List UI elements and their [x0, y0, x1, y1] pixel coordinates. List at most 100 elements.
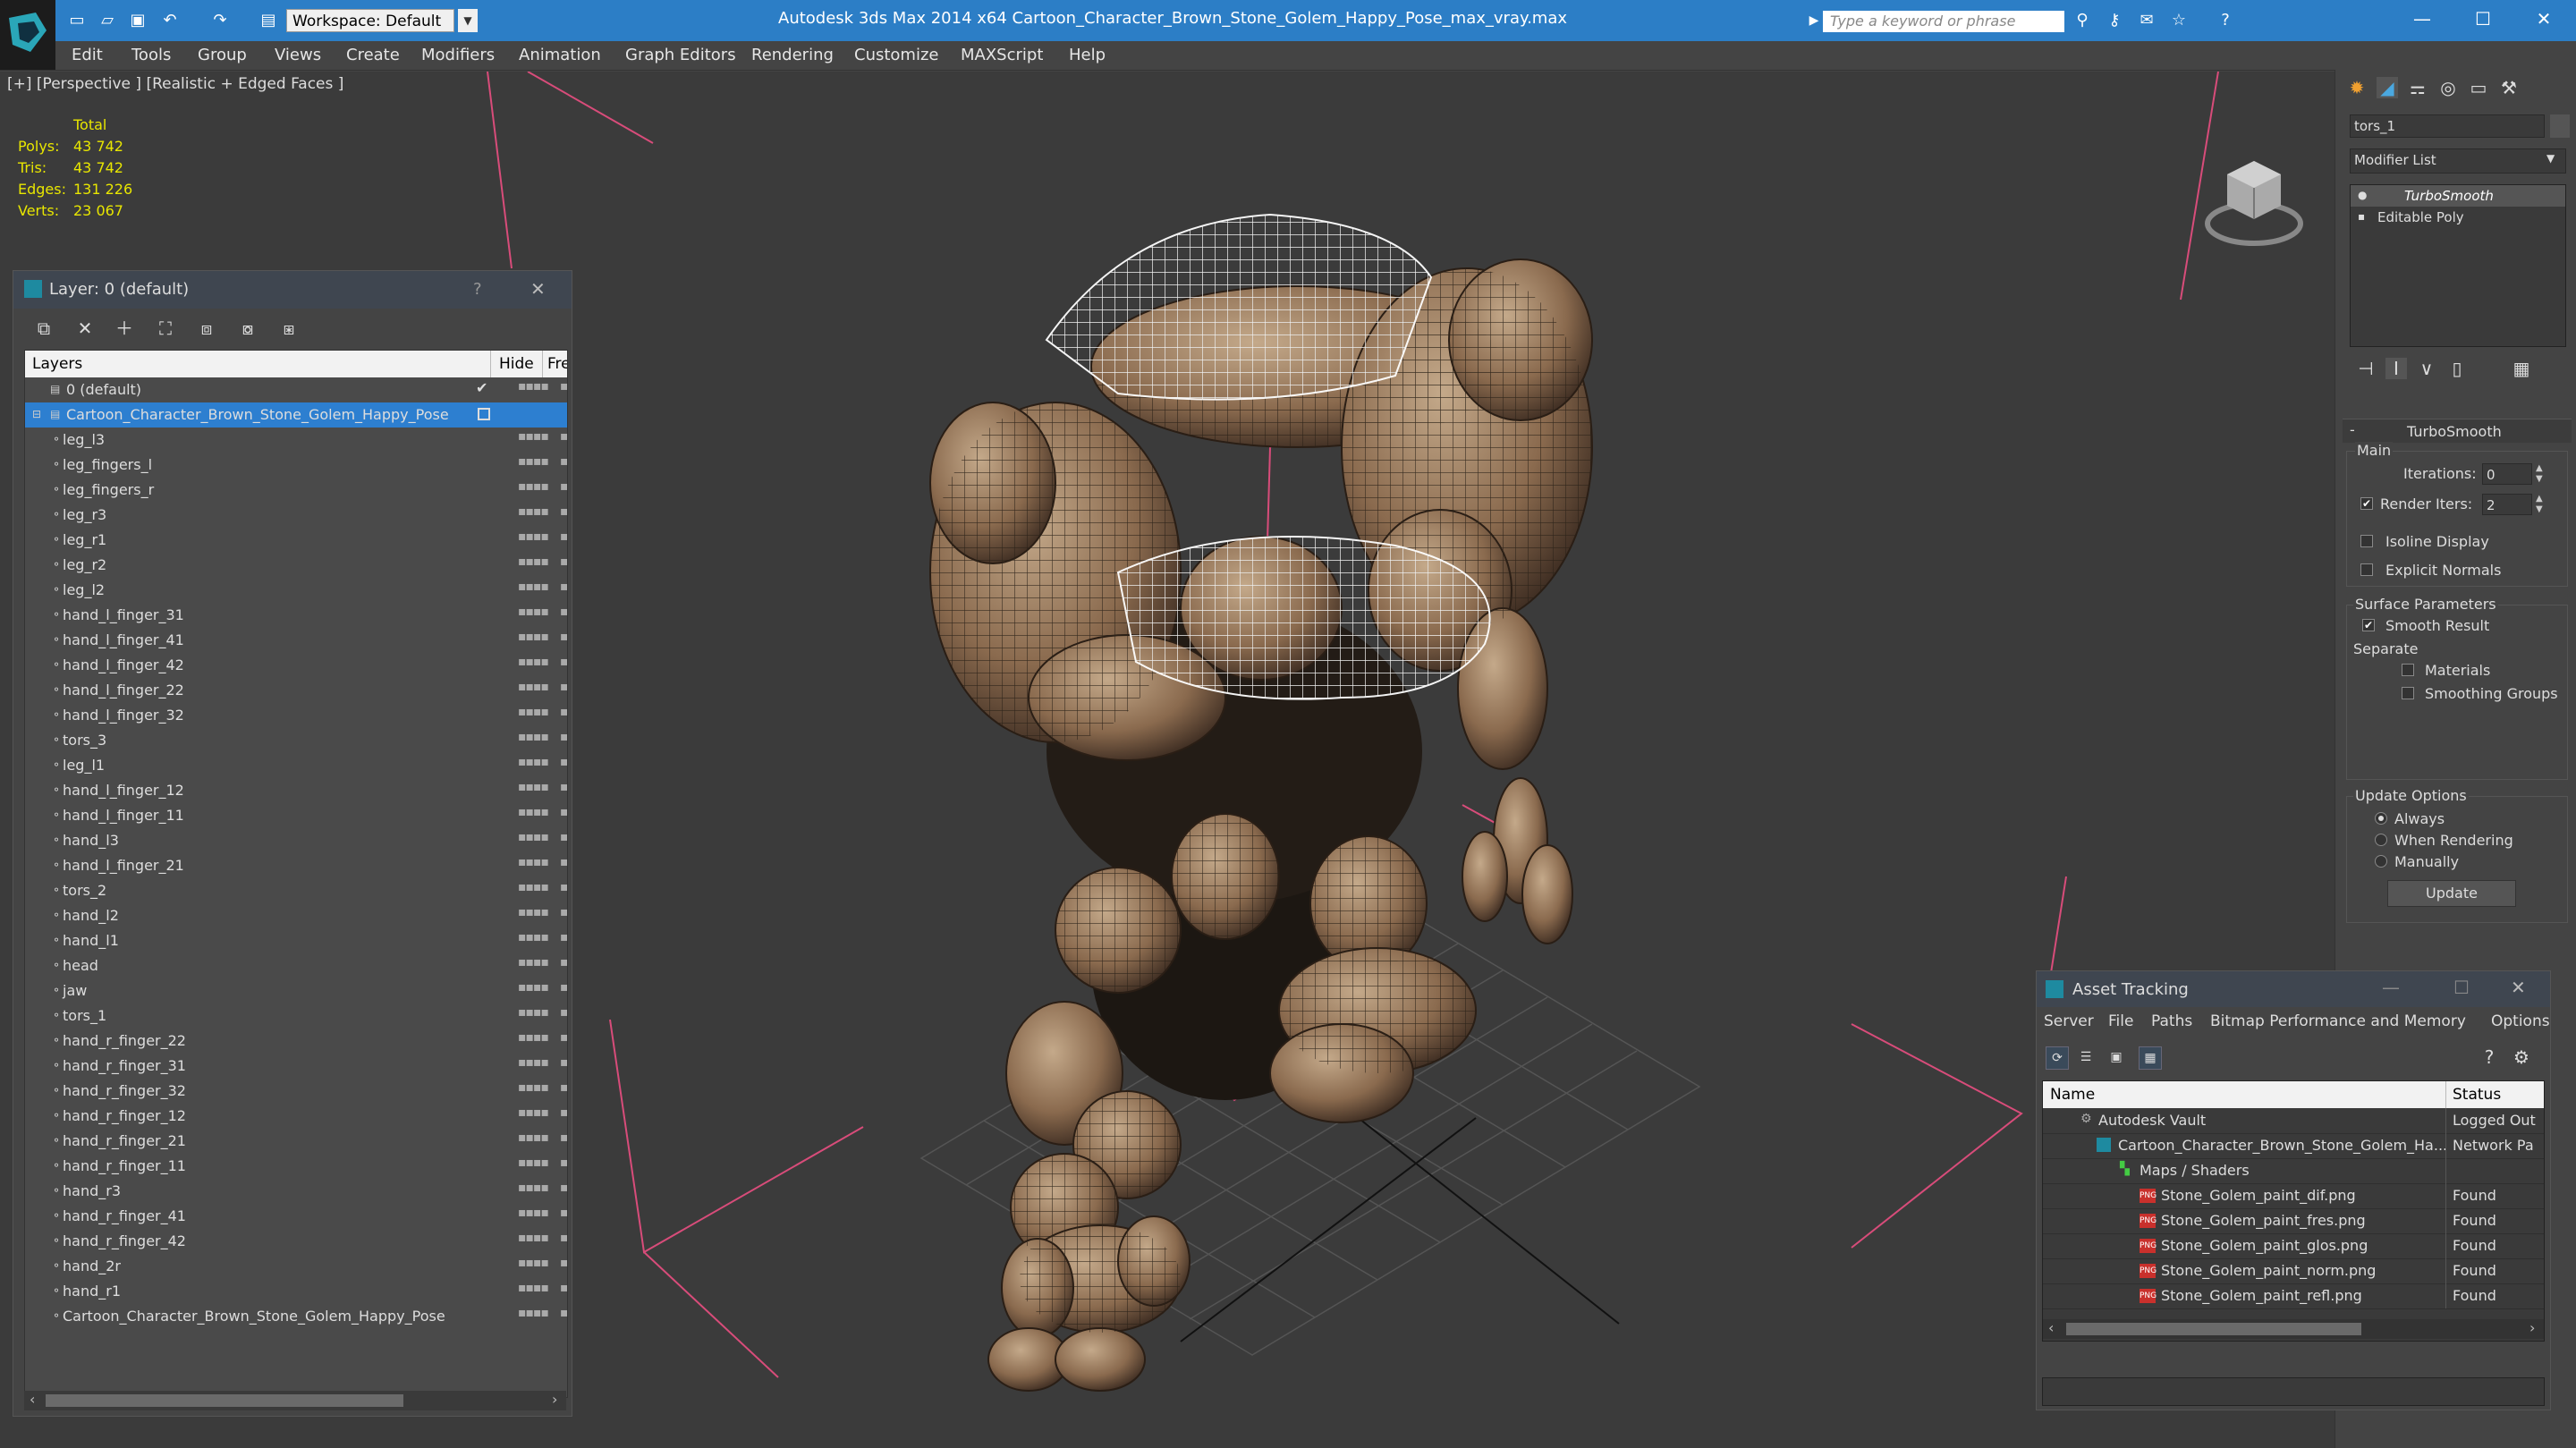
hide-toggle[interactable]: ▪▪▪▪ — [518, 630, 549, 644]
layer-object-row[interactable]: ⚬ hand_l_finger_32 ▪▪▪▪ ▪ — [25, 703, 567, 728]
workspace-dropdown[interactable]: Workspace: Default — [286, 9, 454, 32]
scroll-thumb[interactable] — [2066, 1323, 2361, 1335]
hide-toggle[interactable]: ▪▪▪▪ — [518, 605, 549, 619]
hide-toggle[interactable]: ▪▪▪▪ — [518, 1130, 549, 1145]
open-file-icon[interactable]: ▱ — [98, 12, 116, 30]
list-view-icon[interactable]: ☰ — [2074, 1046, 2097, 1070]
menu-rendering[interactable]: Rendering — [751, 46, 834, 64]
freeze-toggle[interactable]: ▪ — [560, 379, 567, 394]
render-iters-spinner[interactable]: 2 — [2482, 494, 2532, 515]
hide-toggle[interactable]: ▪▪▪▪ — [518, 955, 549, 970]
spinner-arrows-icon[interactable]: ▲ ▼ — [2536, 494, 2543, 515]
maximize-button[interactable]: ☐ — [2453, 977, 2470, 998]
hide-toggle[interactable]: ▪▪▪▪ — [518, 1206, 549, 1220]
asset-row[interactable]: PNG Stone_Golem_paint_refl.png Found — [2043, 1283, 2544, 1309]
modifier-list-dropdown[interactable]: Modifier List — [2350, 148, 2566, 174]
layer-object-row[interactable]: ⚬ hand_l_finger_21 ▪▪▪▪ ▪ — [25, 853, 567, 878]
show-end-result-icon[interactable]: Ι — [2385, 358, 2407, 379]
delete-icon[interactable]: ✕ — [74, 318, 96, 339]
layer-object-row[interactable]: ⚬ hand_l_finger_42 ▪▪▪▪ ▪ — [25, 653, 567, 678]
freeze-toggle[interactable]: ▪ — [560, 1030, 567, 1045]
freeze-toggle[interactable]: ▪ — [560, 905, 567, 919]
undo-icon[interactable]: ↶ — [161, 12, 179, 30]
menu-views[interactable]: Views — [275, 46, 321, 64]
freeze-toggle[interactable]: ▪ — [560, 580, 567, 594]
minimize-button[interactable]: — — [2395, 5, 2449, 32]
layer-object-row[interactable]: ⚬ tors_1 ▪▪▪▪ ▪ — [25, 1003, 567, 1029]
horizontal-scrollbar[interactable]: ‹ › — [24, 1391, 566, 1410]
hide-all-layers-icon[interactable]: ⧆ — [278, 318, 300, 339]
menu-file[interactable]: File — [2108, 1012, 2133, 1030]
menu-modifiers[interactable]: Modifiers — [421, 46, 495, 64]
spinner-arrows-icon[interactable]: ▲ ▼ — [2536, 463, 2543, 485]
layer-object-row[interactable]: ⚬ leg_fingers_r ▪▪▪▪ ▪ — [25, 478, 567, 503]
make-unique-icon[interactable]: ∨ — [2416, 358, 2437, 379]
chevron-right-icon[interactable]: › — [552, 1391, 557, 1408]
menu-edit[interactable]: Edit — [72, 46, 103, 64]
maximize-button[interactable]: ☐ — [2456, 5, 2510, 32]
modify-tab-icon[interactable]: ◢ — [2377, 77, 2398, 98]
always-radio[interactable] — [2375, 812, 2387, 825]
asset-row[interactable]: ⚙ Autodesk Vault Logged Out — [2043, 1108, 2544, 1134]
layer-create-icon[interactable]: ⧉ — [33, 318, 55, 339]
freeze-toggle[interactable]: ▪ — [560, 605, 567, 619]
search-input[interactable]: Type a keyword or phrase — [1823, 11, 2064, 32]
layer-object-row[interactable]: ⚬ head ▪▪▪▪ ▪ — [25, 953, 567, 978]
layer-object-row[interactable]: ⚬ hand_r_finger_32 ▪▪▪▪ ▪ — [25, 1079, 567, 1104]
layer-object-row[interactable]: ⚬ hand_l_finger_31 ▪▪▪▪ ▪ — [25, 603, 567, 628]
layer-object-row[interactable]: ⚬ hand_r_finger_41 ▪▪▪▪ ▪ — [25, 1204, 567, 1229]
layer-object-row[interactable]: ⚬ leg_r3 ▪▪▪▪ ▪ — [25, 503, 567, 528]
close-button[interactable]: ✕ — [2517, 5, 2571, 32]
thumbnail-view-icon[interactable]: ▣ — [2105, 1046, 2128, 1070]
freeze-toggle[interactable]: ▪ — [560, 980, 567, 995]
chevron-left-icon[interactable]: ‹ — [2048, 1319, 2054, 1336]
hide-toggle[interactable]: ▪▪▪▪ — [518, 905, 549, 919]
menu-server[interactable]: Server — [2044, 1012, 2094, 1030]
menu-graph-editors[interactable]: Graph Editors — [625, 46, 736, 64]
layer-object-row[interactable]: ⚬ leg_l3 ▪▪▪▪ ▪ — [25, 428, 567, 453]
menu-maxscript[interactable]: MAXScript — [961, 46, 1043, 64]
hide-toggle[interactable]: ▪▪▪▪ — [518, 1105, 549, 1120]
asset-row[interactable]: PNG Stone_Golem_paint_dif.png Found — [2043, 1183, 2544, 1209]
hide-toggle[interactable]: ▪▪▪▪ — [518, 1055, 549, 1070]
freeze-toggle[interactable]: ▪ — [560, 880, 567, 894]
close-icon[interactable]: ✕ — [530, 278, 546, 300]
rollout-header[interactable]: - TurboSmooth — [2343, 419, 2572, 443]
chevron-right-icon[interactable]: › — [2529, 1319, 2535, 1336]
hide-toggle[interactable]: ▪▪▪▪ — [518, 930, 549, 944]
hierarchy-tab-icon[interactable]: ⚎ — [2407, 77, 2428, 98]
layer-panel-titlebar[interactable]: Layer: 0 (default) ? ✕ — [13, 271, 572, 309]
chevron-down-icon[interactable]: ▼ — [2546, 152, 2555, 165]
close-button[interactable]: ✕ — [2511, 977, 2526, 998]
hide-toggle[interactable]: ▪▪▪▪ — [518, 1181, 549, 1195]
freeze-toggle[interactable]: ▪ — [560, 1130, 567, 1145]
freeze-toggle[interactable]: ▪ — [560, 1281, 567, 1295]
layer-object-row[interactable]: ⚬ hand_l_finger_22 ▪▪▪▪ ▪ — [25, 678, 567, 703]
layer-object-row[interactable]: ⚬ leg_fingers_l ▪▪▪▪ ▪ — [25, 453, 567, 478]
freeze-toggle[interactable]: ▪ — [560, 1080, 567, 1095]
column-status[interactable]: Status — [2453, 1086, 2501, 1104]
configure-sets-icon[interactable]: ▦ — [2511, 358, 2532, 379]
menu-animation[interactable]: Animation — [519, 46, 601, 64]
hide-toggle[interactable]: ▪▪▪▪ — [518, 1281, 549, 1295]
materials-checkbox[interactable] — [2402, 664, 2414, 676]
menu-group[interactable]: Group — [198, 46, 247, 64]
layer-object-row[interactable]: ⚬ hand_r_finger_22 ▪▪▪▪ ▪ — [25, 1029, 567, 1054]
help-icon[interactable]: ? — [473, 280, 482, 299]
layer-object-row[interactable]: ⚬ hand_2r ▪▪▪▪ ▪ — [25, 1254, 567, 1279]
column-hide[interactable]: Hide — [499, 355, 534, 373]
update-button[interactable]: Update — [2387, 880, 2516, 907]
asset-tracking-titlebar[interactable]: Asset Tracking — ☐ ✕ — [2037, 971, 2550, 1007]
scroll-thumb[interactable] — [46, 1394, 403, 1407]
select-objects-icon[interactable]: ⛶ — [155, 318, 176, 339]
star-icon[interactable]: ☆ — [2170, 12, 2188, 30]
freeze-toggle[interactable]: ▪ — [560, 630, 567, 644]
menu-create[interactable]: Create — [346, 46, 400, 64]
freeze-toggle[interactable]: ▪ — [560, 479, 567, 494]
explicit-normals-checkbox[interactable] — [2360, 563, 2373, 576]
pin-stack-icon[interactable]: ⊣ — [2355, 358, 2377, 379]
layer-object-row[interactable]: ⚬ Cartoon_Character_Brown_Stone_Golem_Hap… — [25, 1304, 567, 1329]
create-tab-icon[interactable]: ✹ — [2346, 77, 2368, 98]
when-rendering-radio[interactable] — [2375, 834, 2387, 846]
hide-toggle[interactable]: ▪▪▪▪ — [518, 855, 549, 869]
